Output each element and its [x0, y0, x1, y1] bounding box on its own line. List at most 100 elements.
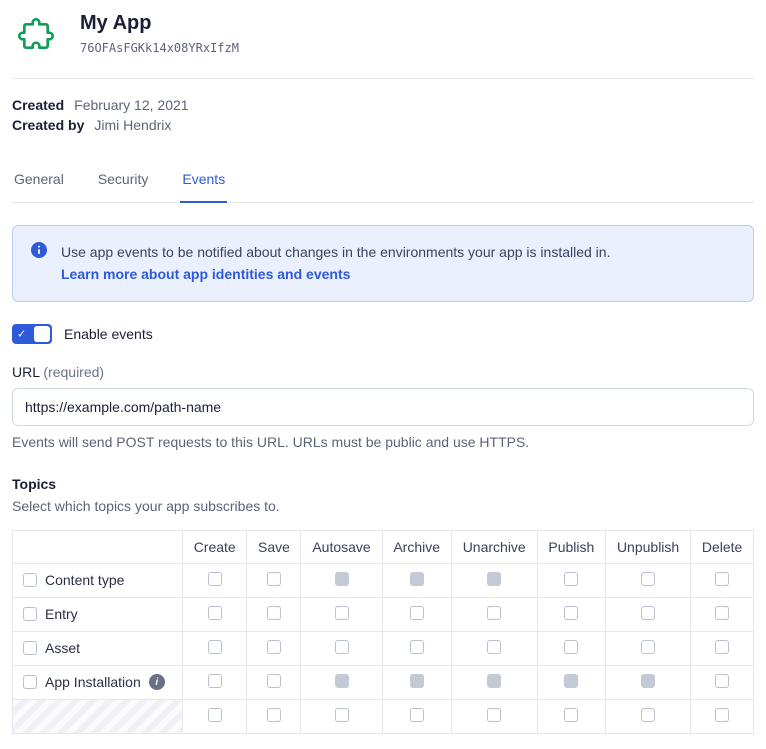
url-label: URL (required)	[12, 364, 754, 380]
app-id: 76OFAsFGKk14x08YRxIfzM	[80, 41, 239, 55]
tab-general[interactable]: General	[12, 161, 66, 203]
topic-cell	[606, 665, 691, 699]
topics-table: Create Save Autosave Archive Unarchive P…	[12, 530, 754, 734]
topic-checkbox[interactable]	[641, 640, 655, 654]
topic-checkbox[interactable]	[410, 708, 424, 722]
topic-checkbox[interactable]	[715, 674, 729, 688]
topic-checkbox[interactable]	[564, 708, 578, 722]
topic-checkbox[interactable]	[715, 572, 729, 586]
topic-cell	[301, 563, 382, 597]
row-select-checkbox[interactable]	[23, 641, 37, 655]
topic-checkbox[interactable]	[641, 606, 655, 620]
topic-cell	[606, 597, 691, 631]
row-label: Asset	[45, 640, 80, 656]
topic-cell	[382, 631, 451, 665]
topic-checkbox[interactable]	[641, 572, 655, 586]
topic-cell	[382, 699, 451, 733]
topic-checkbox[interactable]	[267, 674, 281, 688]
topic-checkbox[interactable]	[208, 606, 222, 620]
app-meta: Created February 12, 2021 Created by Jim…	[12, 97, 754, 133]
info-banner: Use app events to be notified about chan…	[12, 225, 754, 302]
topic-checkbox[interactable]	[564, 606, 578, 620]
topic-cell	[183, 597, 247, 631]
row-label: Entry	[45, 606, 78, 622]
topic-checkbox[interactable]	[267, 640, 281, 654]
row-select-checkbox[interactable]	[23, 607, 37, 621]
app-title: My App	[80, 12, 239, 35]
row-select-checkbox[interactable]	[23, 573, 37, 587]
created-by-value: Jimi Hendrix	[94, 117, 171, 133]
app-header: My App 76OFAsFGKk14x08YRxIfzM	[12, 12, 754, 79]
topic-cell	[382, 597, 451, 631]
table-row: App Installation i	[13, 665, 754, 699]
tab-events[interactable]: Events	[180, 161, 227, 203]
topic-checkbox[interactable]	[208, 708, 222, 722]
topic-cell	[382, 665, 451, 699]
col-archive: Archive	[382, 530, 451, 563]
col-save: Save	[247, 530, 301, 563]
url-input[interactable]	[12, 388, 754, 426]
created-label: Created	[12, 97, 64, 113]
row-header: Content type	[13, 563, 183, 597]
table-row	[13, 699, 754, 733]
topic-cell	[301, 665, 382, 699]
topic-checkbox[interactable]	[208, 674, 222, 688]
table-row: Asset	[13, 631, 754, 665]
topic-cell	[451, 665, 537, 699]
topic-cell	[691, 563, 754, 597]
topic-cell	[247, 597, 301, 631]
topic-checkbox[interactable]	[335, 708, 349, 722]
row-label: App Installation	[45, 674, 141, 690]
info-banner-link[interactable]: Learn more about app identities and even…	[61, 264, 350, 284]
topic-checkbox[interactable]	[410, 640, 424, 654]
topic-checkbox[interactable]	[267, 708, 281, 722]
row-header: Asset	[13, 631, 183, 665]
tab-security[interactable]: Security	[96, 161, 151, 203]
topic-cell	[247, 563, 301, 597]
row-header	[13, 699, 183, 733]
topic-cell	[606, 563, 691, 597]
topic-checkbox[interactable]	[715, 640, 729, 654]
topic-checkbox[interactable]	[564, 640, 578, 654]
enable-events-toggle[interactable]: ✓	[12, 324, 52, 344]
topic-checkbox[interactable]	[487, 606, 501, 620]
topic-cell	[691, 597, 754, 631]
topic-checkbox[interactable]	[267, 606, 281, 620]
topic-cell	[691, 631, 754, 665]
app-puzzle-icon	[12, 12, 60, 60]
topic-cell	[451, 597, 537, 631]
topic-checkbox	[564, 674, 578, 688]
topic-checkbox[interactable]	[487, 708, 501, 722]
topic-checkbox[interactable]	[335, 606, 349, 620]
topic-cell	[537, 563, 605, 597]
topic-checkbox[interactable]	[564, 572, 578, 586]
topic-cell	[183, 665, 247, 699]
row-select-checkbox[interactable]	[23, 675, 37, 689]
url-help-text: Events will send POST requests to this U…	[12, 434, 754, 450]
topic-cell	[382, 563, 451, 597]
topic-checkbox[interactable]	[208, 640, 222, 654]
tab-bar: General Security Events	[12, 161, 754, 203]
topic-checkbox	[641, 674, 655, 688]
info-icon[interactable]: i	[149, 674, 165, 690]
created-by-label: Created by	[12, 117, 84, 133]
topic-cell	[247, 631, 301, 665]
topics-corner-cell	[13, 530, 183, 563]
topic-checkbox[interactable]	[410, 606, 424, 620]
topic-checkbox[interactable]	[715, 708, 729, 722]
topic-checkbox[interactable]	[715, 606, 729, 620]
topic-checkbox[interactable]	[641, 708, 655, 722]
topics-subtitle: Select which topics your app subscribes …	[12, 498, 754, 514]
topic-checkbox	[487, 572, 501, 586]
topic-cell	[606, 631, 691, 665]
topic-checkbox[interactable]	[267, 572, 281, 586]
topic-cell	[606, 699, 691, 733]
topic-cell	[691, 699, 754, 733]
topic-checkbox[interactable]	[335, 640, 349, 654]
info-icon	[31, 242, 47, 261]
topic-checkbox	[335, 572, 349, 586]
topic-checkbox[interactable]	[487, 640, 501, 654]
topic-checkbox[interactable]	[208, 572, 222, 586]
created-value: February 12, 2021	[74, 97, 188, 113]
topic-cell	[537, 665, 605, 699]
